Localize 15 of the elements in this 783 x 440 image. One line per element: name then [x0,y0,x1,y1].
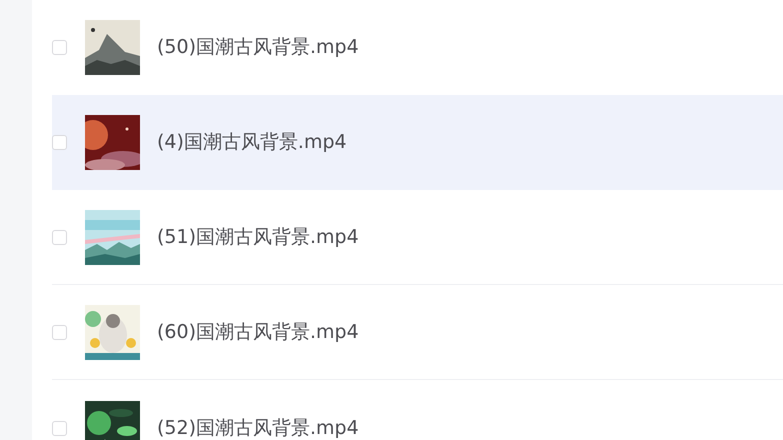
file-row[interactable]: (4)国潮古风背景.mp4 [52,95,783,190]
file-row[interactable]: (51)国潮古风背景.mp4 [52,190,783,285]
checkbox[interactable] [52,230,67,244]
checkbox[interactable] [52,134,67,150]
file-name[interactable]: (51)国潮古风背景.mp4 [157,226,359,248]
file-row[interactable]: (52)国潮古风背景.mp4 [52,380,783,440]
file-name[interactable]: (60)国潮古风背景.mp4 [157,322,359,342]
file-name[interactable]: (4)国潮古风背景.mp4 [157,132,347,152]
checkbox[interactable] [52,421,67,436]
checkbox[interactable] [52,40,67,54]
file-name[interactable]: (50)国潮古风背景.mp4 [157,36,359,58]
file-name[interactable]: (52)国潮古风背景.mp4 [157,418,359,439]
file-row[interactable]: (50)国潮古风背景.mp4 [52,0,783,95]
file-row[interactable]: (60)国潮古风背景.mp4 [52,285,783,380]
checkbox[interactable] [52,324,67,340]
